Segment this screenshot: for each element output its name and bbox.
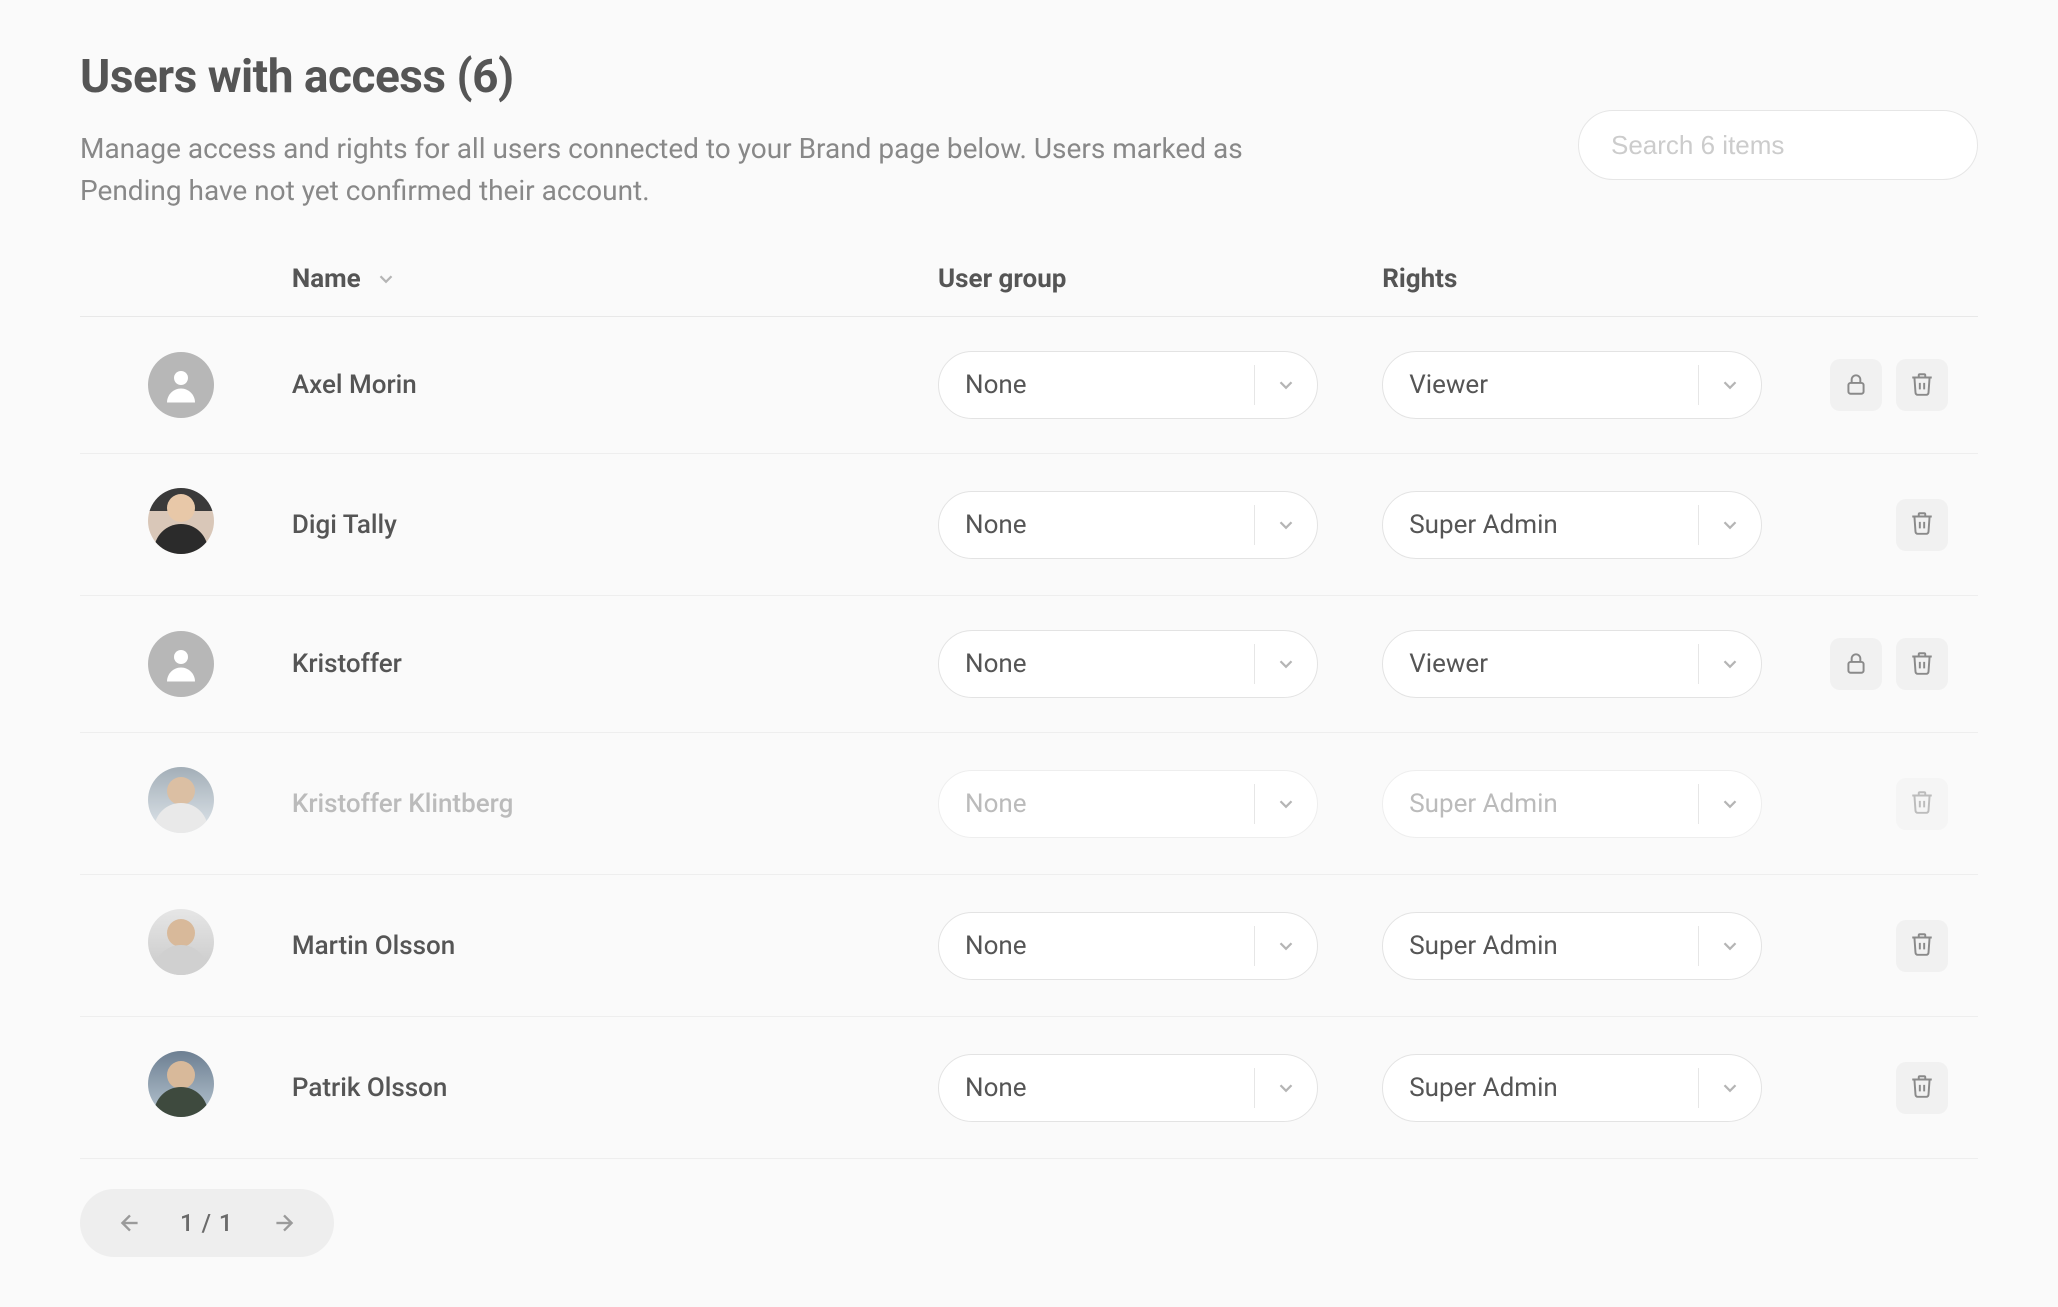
chevron-down-icon	[1275, 653, 1297, 675]
user-rights-value: Viewer	[1409, 370, 1488, 400]
arrow-left-icon	[117, 1210, 143, 1236]
user-rights-select[interactable]: Super Admin	[1382, 1054, 1762, 1122]
user-group-value: None	[965, 789, 1027, 819]
user-rights-value: Super Admin	[1409, 931, 1558, 961]
chevron-down-icon	[1719, 935, 1741, 957]
column-header-group: User group	[928, 242, 1372, 317]
users-table: Name User group Rights Axel Morin None Vie…	[80, 242, 1978, 1159]
column-header-name[interactable]: Name	[292, 264, 397, 294]
lock-icon	[1843, 650, 1869, 679]
user-group-select[interactable]: None	[938, 630, 1318, 698]
arrow-right-icon	[271, 1210, 297, 1236]
search-input[interactable]	[1578, 110, 1978, 180]
page-title: Users with access (6)	[80, 50, 1280, 104]
user-group-select[interactable]: None	[938, 491, 1318, 559]
avatar	[148, 631, 214, 697]
avatar	[148, 767, 214, 833]
delete-button[interactable]	[1896, 359, 1948, 411]
delete-button[interactable]	[1896, 499, 1948, 551]
user-rights-select[interactable]: Viewer	[1382, 630, 1762, 698]
trash-icon	[1909, 1073, 1935, 1102]
chevron-down-icon	[1275, 1077, 1297, 1099]
user-name: Martin Olsson	[292, 931, 455, 961]
avatar	[148, 1051, 214, 1117]
user-rights-value: Super Admin	[1409, 789, 1558, 819]
chevron-down-icon	[375, 268, 397, 290]
trash-icon	[1909, 510, 1935, 539]
user-name: Digi Tally	[292, 510, 397, 540]
pagination: 1 / 1	[80, 1189, 334, 1257]
chevron-down-icon	[1275, 935, 1297, 957]
delete-button[interactable]	[1896, 1062, 1948, 1114]
column-header-rights: Rights	[1372, 242, 1816, 317]
user-group-value: None	[965, 931, 1027, 961]
table-row: Martin Olsson None Super Admin	[80, 875, 1978, 1017]
user-group-value: None	[965, 510, 1027, 540]
avatar	[148, 488, 214, 554]
trash-icon	[1909, 650, 1935, 679]
chevron-down-icon	[1719, 514, 1741, 536]
lock-button[interactable]	[1830, 359, 1882, 411]
user-rights-select[interactable]: Super Admin	[1382, 491, 1762, 559]
table-row: Patrik Olsson None Super Admin	[80, 1017, 1978, 1159]
chevron-down-icon	[1719, 793, 1741, 815]
user-group-select[interactable]: None	[938, 912, 1318, 980]
user-group-select: None	[938, 770, 1318, 838]
chevron-down-icon	[1275, 374, 1297, 396]
chevron-down-icon	[1719, 374, 1741, 396]
user-rights-value: Super Admin	[1409, 510, 1558, 540]
delete-button[interactable]	[1896, 920, 1948, 972]
trash-icon	[1909, 371, 1935, 400]
user-name: Kristoffer	[292, 649, 402, 679]
user-rights-value: Super Admin	[1409, 1073, 1558, 1103]
user-name: Axel Morin	[292, 370, 417, 400]
chevron-down-icon	[1275, 514, 1297, 536]
table-row: Digi Tally None Super Admin	[80, 454, 1978, 596]
user-group-value: None	[965, 649, 1027, 679]
trash-icon	[1909, 931, 1935, 960]
table-row: Kristoffer Klintberg None Super Admin	[80, 733, 1978, 875]
trash-icon	[1909, 789, 1935, 818]
prev-page-button[interactable]	[110, 1203, 150, 1243]
avatar	[148, 352, 214, 418]
user-group-value: None	[965, 370, 1027, 400]
column-name-label: Name	[292, 264, 361, 294]
user-group-select[interactable]: None	[938, 351, 1318, 419]
chevron-down-icon	[1719, 1077, 1741, 1099]
table-row: Axel Morin None Viewer	[80, 317, 1978, 454]
delete-button	[1896, 778, 1948, 830]
avatar	[148, 909, 214, 975]
chevron-down-icon	[1719, 653, 1741, 675]
user-group-value: None	[965, 1073, 1027, 1103]
user-rights-select[interactable]: Viewer	[1382, 351, 1762, 419]
page-indicator: 1 / 1	[180, 1209, 234, 1237]
lock-icon	[1843, 371, 1869, 400]
user-rights-select: Super Admin	[1382, 770, 1762, 838]
table-row: Kristoffer None Viewer	[80, 596, 1978, 733]
user-rights-select[interactable]: Super Admin	[1382, 912, 1762, 980]
user-name: Kristoffer Klintberg	[292, 789, 513, 819]
user-group-select[interactable]: None	[938, 1054, 1318, 1122]
lock-button[interactable]	[1830, 638, 1882, 690]
chevron-down-icon	[1275, 793, 1297, 815]
next-page-button[interactable]	[264, 1203, 304, 1243]
delete-button[interactable]	[1896, 638, 1948, 690]
page-subtitle: Manage access and rights for all users c…	[80, 128, 1280, 212]
user-name: Patrik Olsson	[292, 1073, 448, 1103]
user-rights-value: Viewer	[1409, 649, 1488, 679]
page-header: Users with access (6) Manage access and …	[80, 50, 1978, 212]
